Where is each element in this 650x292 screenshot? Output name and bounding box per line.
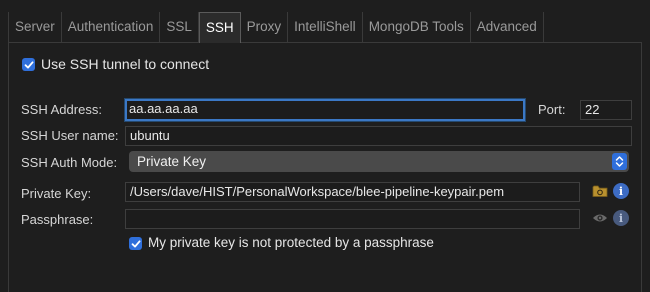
tab-mongodb-tools[interactable]: MongoDB Tools — [363, 12, 471, 42]
port-input[interactable]: 22 — [580, 100, 632, 120]
ssh-auth-mode-label: SSH Auth Mode: — [21, 155, 118, 170]
no-passphrase-label: My private key is not protected by a pas… — [148, 235, 434, 250]
private-key-info-icon[interactable]: i — [613, 183, 629, 199]
tab-ssl[interactable]: SSL — [160, 12, 199, 42]
folder-icon[interactable] — [592, 183, 608, 199]
tab-advanced[interactable]: Advanced — [471, 12, 544, 42]
tab-intellishell[interactable]: IntelliShell — [288, 12, 363, 42]
eye-icon[interactable] — [592, 210, 608, 226]
tab-ssh[interactable]: SSH — [198, 12, 241, 43]
ssh-auth-mode-select[interactable]: Private Key — [129, 151, 629, 172]
ssh-address-label: SSH Address: — [21, 102, 102, 117]
passphrase-input[interactable] — [125, 209, 580, 229]
port-label: Port: — [538, 102, 566, 117]
ssh-auth-mode-value: Private Key — [137, 154, 207, 169]
private-key-input[interactable]: /Users/dave/HIST/PersonalWorkspace/blee-… — [125, 182, 580, 202]
passphrase-info-icon[interactable]: i — [613, 210, 629, 226]
ssh-user-input[interactable]: ubuntu — [125, 126, 632, 146]
use-ssh-tunnel-checkbox[interactable] — [22, 58, 35, 71]
ssh-address-input[interactable]: aa.aa.aa.aa — [125, 99, 525, 121]
tab-authentication[interactable]: Authentication — [62, 12, 161, 42]
private-key-label: Private Key: — [21, 186, 92, 201]
use-ssh-tunnel-label: Use SSH tunnel to connect — [41, 56, 210, 72]
tab-server[interactable]: Server — [8, 12, 62, 42]
checkmark-icon — [131, 239, 140, 247]
checkmark-icon — [24, 60, 33, 68]
ssh-user-label: SSH User name: — [21, 128, 119, 143]
tab-proxy[interactable]: Proxy — [241, 12, 289, 42]
chevron-updown-icon — [612, 153, 627, 170]
no-passphrase-checkbox[interactable] — [129, 237, 142, 250]
passphrase-label: Passphrase: — [21, 212, 94, 227]
connection-tabs: Server Authentication SSL SSH Proxy Inte… — [8, 12, 642, 43]
